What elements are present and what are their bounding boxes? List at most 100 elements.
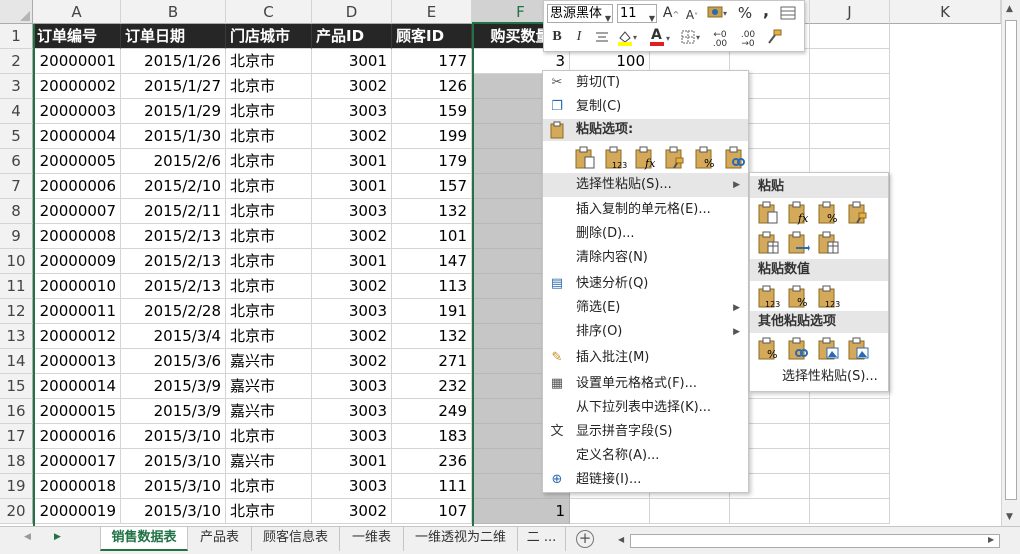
menu-item-pick-list[interactable]: 从下拉列表中选择(K)... bbox=[543, 396, 748, 420]
cell[interactable] bbox=[810, 149, 890, 174]
data-cell[interactable]: 嘉兴市 bbox=[226, 399, 312, 424]
menu-item-format-cells[interactable]: ▦ 设置单元格格式(F)... bbox=[543, 372, 748, 396]
row-header[interactable]: 7 bbox=[0, 174, 33, 199]
data-cell[interactable]: 132 bbox=[392, 324, 472, 349]
data-cell[interactable]: 232 bbox=[392, 374, 472, 399]
row-header[interactable]: 8 bbox=[0, 199, 33, 224]
data-cell[interactable]: 20000001 bbox=[33, 49, 121, 74]
data-cell[interactable]: 147 bbox=[392, 249, 472, 274]
cell[interactable] bbox=[810, 424, 890, 449]
data-cell[interactable]: 北京市 bbox=[226, 124, 312, 149]
data-cell[interactable]: 20000011 bbox=[33, 299, 121, 324]
data-cell[interactable]: 北京市 bbox=[226, 149, 312, 174]
data-cell[interactable]: 20000017 bbox=[33, 449, 121, 474]
data-cell[interactable]: 2015/2/10 bbox=[121, 174, 226, 199]
row-header[interactable]: 14 bbox=[0, 349, 33, 374]
data-cell[interactable]: 20000014 bbox=[33, 374, 121, 399]
data-cell[interactable]: 北京市 bbox=[226, 424, 312, 449]
data-cell[interactable]: 101 bbox=[392, 224, 472, 249]
data-cell[interactable]: 126 bbox=[392, 74, 472, 99]
paste-formatting-icon[interactable] bbox=[663, 146, 687, 170]
header-cell[interactable]: 顾客ID bbox=[392, 24, 472, 49]
data-cell[interactable]: 2015/2/11 bbox=[121, 199, 226, 224]
row-header[interactable]: 18 bbox=[0, 449, 33, 474]
data-cell[interactable]: 2015/2/13 bbox=[121, 249, 226, 274]
data-cell[interactable]: 3003 bbox=[312, 299, 392, 324]
percent-style-button[interactable]: % bbox=[736, 4, 754, 24]
column-header-a[interactable]: A bbox=[33, 0, 121, 24]
column-header-d[interactable]: D bbox=[312, 0, 392, 24]
sub-values-number-icon[interactable]: % bbox=[786, 285, 810, 309]
row-header[interactable]: 11 bbox=[0, 274, 33, 299]
fill-color-button[interactable]: ▾ bbox=[616, 28, 640, 48]
tab-scroll-left-icon[interactable]: ◀ bbox=[24, 532, 31, 542]
data-cell[interactable]: 191 bbox=[392, 299, 472, 324]
data-cell[interactable]: 北京市 bbox=[226, 249, 312, 274]
decrease-decimal-button[interactable]: .00 →0 bbox=[736, 31, 760, 51]
data-cell[interactable]: 177 bbox=[392, 49, 472, 74]
sub-paste-link-icon[interactable] bbox=[786, 337, 810, 361]
row-header[interactable]: 3 bbox=[0, 74, 33, 99]
menu-item-copy[interactable]: ❐ 复制(C) bbox=[543, 95, 748, 119]
data-cell[interactable]: 20000003 bbox=[33, 99, 121, 124]
data-cell[interactable]: 1 bbox=[472, 499, 570, 524]
cell[interactable] bbox=[810, 99, 890, 124]
data-cell[interactable]: 3001 bbox=[312, 449, 392, 474]
data-cell[interactable]: 20000016 bbox=[33, 424, 121, 449]
menu-item-insert-comment[interactable]: ✎ 插入批注(M) bbox=[543, 346, 748, 370]
column-header-c[interactable]: C bbox=[226, 0, 312, 24]
data-cell[interactable]: 北京市 bbox=[226, 324, 312, 349]
menu-item-clear[interactable]: 清除内容(N) bbox=[543, 246, 748, 270]
data-cell[interactable]: 3001 bbox=[312, 149, 392, 174]
header-cell[interactable]: 产品ID bbox=[312, 24, 392, 49]
sheet-tab[interactable]: 产品表 bbox=[188, 527, 252, 551]
row-header[interactable]: 15 bbox=[0, 374, 33, 399]
data-cell[interactable]: 3003 bbox=[312, 474, 392, 499]
tab-scroll-right-icon[interactable]: ▶ bbox=[54, 532, 61, 542]
data-cell[interactable]: 嘉兴市 bbox=[226, 349, 312, 374]
sheet-tab[interactable]: 销售数据表 bbox=[100, 527, 188, 551]
data-cell[interactable]: 159 bbox=[392, 99, 472, 124]
font-size-box[interactable]: 11 ▼ bbox=[617, 4, 657, 23]
data-cell[interactable]: 北京市 bbox=[226, 199, 312, 224]
data-cell[interactable]: 20000012 bbox=[33, 324, 121, 349]
data-cell[interactable]: 北京市 bbox=[226, 174, 312, 199]
cell[interactable] bbox=[810, 399, 890, 424]
data-cell[interactable]: 20000019 bbox=[33, 499, 121, 524]
data-cell[interactable]: 北京市 bbox=[226, 299, 312, 324]
scroll-down-icon[interactable]: ▼ bbox=[1006, 512, 1013, 522]
select-all-corner[interactable] bbox=[0, 0, 33, 24]
data-cell[interactable]: 北京市 bbox=[226, 474, 312, 499]
vertical-scrollbar[interactable]: ▲ ▼ bbox=[1001, 0, 1020, 526]
bold-button[interactable]: B bbox=[550, 28, 564, 48]
column-header-k[interactable]: K bbox=[890, 0, 1001, 24]
menu-item-insert-copied[interactable]: 插入复制的单元格(E)... bbox=[543, 198, 748, 222]
data-cell[interactable]: 20000006 bbox=[33, 174, 121, 199]
data-cell[interactable]: 249 bbox=[392, 399, 472, 424]
row-header[interactable]: 13 bbox=[0, 324, 33, 349]
data-cell[interactable]: 2015/1/29 bbox=[121, 99, 226, 124]
data-cell[interactable]: 113 bbox=[392, 274, 472, 299]
row-header[interactable]: 4 bbox=[0, 99, 33, 124]
column-header-e[interactable]: E bbox=[392, 0, 472, 24]
data-cell[interactable]: 北京市 bbox=[226, 274, 312, 299]
data-cell[interactable]: 271 bbox=[392, 349, 472, 374]
header-cell[interactable]: 门店城市 bbox=[226, 24, 312, 49]
row-header[interactable]: 9 bbox=[0, 224, 33, 249]
cell[interactable] bbox=[810, 74, 890, 99]
data-cell[interactable]: 2015/3/10 bbox=[121, 499, 226, 524]
data-cell[interactable]: 2015/2/6 bbox=[121, 149, 226, 174]
format-painter-button[interactable] bbox=[764, 28, 784, 48]
data-cell[interactable]: 20000007 bbox=[33, 199, 121, 224]
hscroll-right-icon[interactable]: ▶ bbox=[988, 535, 994, 544]
sub-picture-icon[interactable] bbox=[816, 337, 840, 361]
data-cell[interactable]: 20000002 bbox=[33, 74, 121, 99]
horizontal-scrollbar[interactable] bbox=[630, 534, 1000, 548]
data-cell[interactable]: 157 bbox=[392, 174, 472, 199]
data-cell[interactable]: 2015/2/28 bbox=[121, 299, 226, 324]
row-header[interactable]: 17 bbox=[0, 424, 33, 449]
menu-item-define-name[interactable]: 定义名称(A)... bbox=[543, 444, 748, 468]
sub-paste-formulas-icon[interactable]: fx bbox=[786, 201, 810, 225]
row-header[interactable]: 16 bbox=[0, 399, 33, 424]
row-header[interactable]: 19 bbox=[0, 474, 33, 499]
